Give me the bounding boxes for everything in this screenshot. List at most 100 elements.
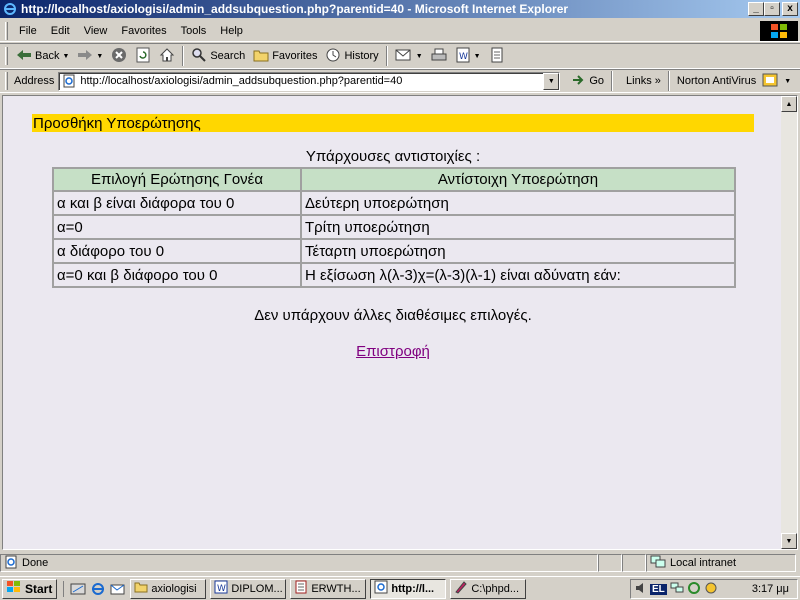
table-row: α και β είναι διάφορα του 0 Δεύτερη υποε… — [53, 191, 735, 215]
taskbar-item-diplom[interactable]: W DIPLOM... — [210, 578, 287, 599]
toolbar-grip[interactable] — [5, 72, 8, 90]
norton-shield-icon — [762, 72, 778, 91]
svg-text:W: W — [459, 52, 468, 62]
chevron-down-icon[interactable]: ▼ — [96, 53, 103, 60]
search-button[interactable]: Search — [187, 45, 249, 67]
taskbar-item-label: DIPLOM... — [231, 582, 283, 595]
taskbar-item-label: ERWTH... — [311, 582, 361, 595]
edit-button[interactable]: W ▼ — [451, 45, 485, 67]
table-cell: α και β είναι διάφορα του 0 — [53, 191, 301, 215]
table-row: α διάφορο του 0 Τέταρτη υποερώτηση — [53, 239, 735, 263]
mail-button[interactable]: ▼ — [391, 45, 427, 67]
quick-launch — [63, 580, 126, 597]
forward-button[interactable]: ▼ — [73, 45, 107, 67]
stop-button[interactable] — [107, 45, 131, 67]
forward-arrow-icon — [77, 48, 93, 65]
menu-file[interactable]: File — [12, 25, 44, 37]
menu-help[interactable]: Help — [213, 25, 250, 37]
status-main: Done — [0, 554, 598, 572]
menu-tools[interactable]: Tools — [174, 25, 214, 37]
norton-antivirus-button[interactable]: Norton AntiVirus ▼ — [673, 72, 795, 91]
links-button[interactable]: Links » — [622, 75, 665, 87]
back-arrow-icon — [16, 48, 32, 65]
refresh-icon — [135, 47, 151, 66]
address-dropdown-button[interactable]: ▼ — [543, 72, 560, 90]
status-cell — [622, 554, 646, 572]
refresh-button[interactable] — [131, 45, 155, 67]
chevron-down-icon[interactable]: ▼ — [784, 78, 791, 85]
start-button[interactable]: Start — [2, 578, 58, 599]
antivirus-tray-icon[interactable] — [704, 581, 718, 598]
internet-explorer-icon — [2, 1, 18, 17]
back-button[interactable]: Back ▼ — [12, 45, 73, 67]
taskbar-item-phpd[interactable]: C:\phpd... — [450, 578, 527, 599]
scroll-up-button[interactable]: ▲ — [781, 96, 797, 112]
taskbar-item-label: http://l... — [391, 582, 435, 595]
outlook-express-icon[interactable] — [110, 581, 126, 597]
back-link[interactable]: Επιστροφή — [356, 343, 430, 360]
page-done-icon — [4, 555, 18, 572]
toolbar-grip[interactable] — [5, 21, 8, 40]
internet-explorer-icon — [374, 580, 388, 597]
home-button[interactable] — [155, 45, 179, 67]
sync-icon[interactable] — [687, 581, 701, 598]
address-input[interactable]: http://localhost/axiologisi/admin_addsub… — [58, 71, 561, 91]
volume-icon[interactable] — [635, 582, 647, 597]
maximize-button[interactable]: ▫ — [764, 2, 780, 16]
go-button[interactable]: Go — [568, 73, 608, 90]
column-header-parent-choice: Επιλογή Ερώτησης Γονέα — [53, 168, 301, 191]
menu-favorites[interactable]: Favorites — [114, 25, 173, 37]
start-label: Start — [25, 581, 53, 596]
language-indicator[interactable]: EL — [650, 583, 667, 595]
taskbar-item-label: C:\phpd... — [471, 582, 520, 595]
security-zone: Local intranet — [646, 554, 796, 572]
discuss-button[interactable] — [485, 45, 509, 67]
clock: 3:17 μμ — [751, 583, 789, 595]
scroll-down-button[interactable]: ▼ — [781, 533, 797, 549]
chevron-right-icon: » — [654, 75, 661, 87]
table-cell: α=0 και β διάφορο του 0 — [53, 263, 301, 287]
toolbar-separator — [182, 46, 185, 66]
existing-matches-table: Επιλογή Ερώτησης Γονέα Αντίστοιχη Υποερώ… — [52, 167, 736, 288]
minimize-button[interactable]: _ — [748, 2, 764, 16]
table-caption: Υπάρχουσες αντιστοιχίες : — [305, 148, 481, 165]
address-url: http://localhost/axiologisi/admin_addsub… — [80, 75, 403, 87]
search-icon — [191, 47, 207, 66]
history-button[interactable]: History — [321, 45, 382, 67]
taskbar-item-ie[interactable]: http://l... — [370, 578, 447, 599]
menu-bar: File Edit View Favorites Tools Help — [0, 20, 800, 42]
table-cell: α=0 — [53, 215, 301, 239]
back-label: Back — [35, 50, 60, 62]
chevron-down-icon[interactable]: ▼ — [416, 53, 423, 60]
close-button[interactable]: x — [782, 2, 798, 16]
vertical-scrollbar[interactable]: ▲ ▼ — [781, 96, 797, 549]
search-label: Search — [210, 50, 246, 62]
window-controls: _ ▫ x — [748, 2, 798, 16]
network-icon[interactable] — [670, 582, 684, 597]
toolbar-separator — [667, 71, 670, 91]
page-icon — [62, 74, 76, 88]
internet-explorer-icon[interactable] — [90, 581, 106, 597]
show-desktop-icon[interactable] — [70, 581, 86, 597]
chevron-down-icon[interactable]: ▼ — [474, 53, 481, 60]
printer-icon — [431, 47, 447, 66]
favorites-label: Favorites — [272, 50, 318, 62]
menu-edit[interactable]: Edit — [44, 25, 77, 37]
windows-logo-icon — [760, 21, 798, 41]
status-cell — [598, 554, 622, 572]
go-label: Go — [589, 75, 605, 87]
standard-toolbar: Back ▼ ▼ Search Favorites History ▼ W ▼ — [0, 43, 800, 69]
chevron-down-icon[interactable]: ▼ — [62, 53, 69, 60]
table-cell: Τέταρτη υποερώτηση — [301, 239, 735, 263]
word-document-icon: W — [214, 580, 228, 597]
history-icon — [325, 47, 341, 66]
folder-icon — [134, 581, 148, 596]
title-bar: http://localhost/axiologisi/admin_addsub… — [0, 0, 800, 18]
toolbar-grip[interactable] — [5, 47, 8, 65]
menu-view[interactable]: View — [77, 25, 115, 37]
taskbar-item-erwth[interactable]: ERWTH... — [290, 578, 367, 599]
print-button[interactable] — [427, 45, 451, 67]
favorites-button[interactable]: Favorites — [249, 45, 321, 67]
taskbar-item-axiologisi[interactable]: axiologisi — [130, 578, 207, 599]
word-document-icon: W — [455, 47, 471, 66]
